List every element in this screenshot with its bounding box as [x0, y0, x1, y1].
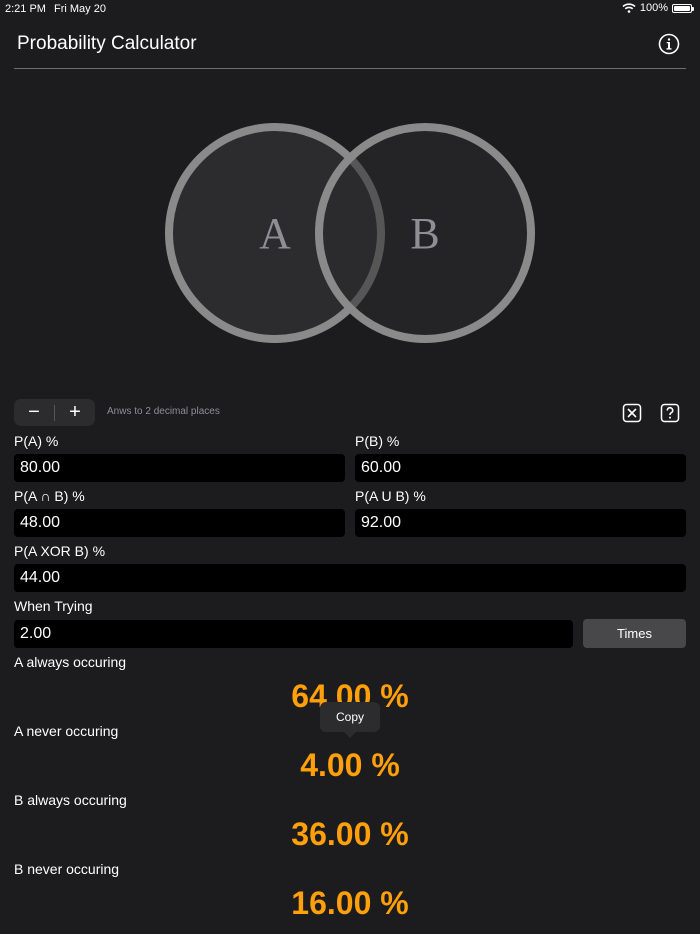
- increase-precision-button[interactable]: +: [55, 399, 95, 426]
- a-never-label: A never occuring: [14, 723, 119, 739]
- pxor-input[interactable]: 44.00: [14, 564, 686, 592]
- b-never-value[interactable]: 16.00 %: [0, 885, 700, 922]
- a-always-label: A always occuring: [14, 654, 127, 670]
- header-divider: [14, 68, 686, 69]
- pa-label: P(A) %: [14, 433, 59, 449]
- clear-icon[interactable]: [622, 403, 642, 423]
- b-always-label: B always occuring: [14, 792, 127, 808]
- venn-diagram: A B: [165, 123, 535, 343]
- decrease-precision-button[interactable]: −: [14, 399, 54, 426]
- status-right: 100%: [622, 2, 694, 14]
- page-title: Probability Calculator: [17, 33, 197, 54]
- wifi-icon: [622, 3, 636, 13]
- battery-fill: [674, 5, 690, 11]
- times-button[interactable]: Times: [583, 619, 686, 648]
- paub-input[interactable]: 92.00: [355, 509, 686, 537]
- a-never-value[interactable]: 4.00 %: [0, 747, 700, 784]
- paub-label: P(A U B) %: [355, 488, 426, 504]
- status-time: 2:21 PM: [5, 3, 46, 15]
- status-date: Fri May 20: [54, 3, 106, 15]
- pb-label: P(B) %: [355, 433, 400, 449]
- pab-input[interactable]: 48.00: [14, 509, 345, 537]
- pxor-label: P(A XOR B) %: [14, 543, 106, 559]
- status-bar: 2:21 PM Fri May 20 100%: [0, 0, 700, 18]
- pb-input[interactable]: 60.00: [355, 454, 686, 482]
- copy-tooltip[interactable]: Copy: [320, 702, 380, 732]
- copy-tooltip-arrow: [344, 732, 356, 738]
- venn-label-b: B: [410, 209, 439, 258]
- precision-label: Anws to 2 decimal places: [107, 406, 220, 417]
- battery-percent: 100%: [639, 2, 668, 14]
- trying-input[interactable]: 2.00: [14, 620, 573, 648]
- pa-input[interactable]: 80.00: [14, 454, 345, 482]
- pab-label: P(A ∩ B) %: [14, 488, 85, 504]
- trying-label: When Trying: [14, 598, 93, 614]
- help-icon[interactable]: [660, 403, 680, 423]
- precision-stepper[interactable]: − +: [14, 399, 95, 426]
- venn-label-a: A: [259, 209, 291, 258]
- battery-icon: [672, 3, 694, 13]
- b-always-value[interactable]: 36.00 %: [0, 816, 700, 853]
- b-never-label: B never occuring: [14, 861, 120, 877]
- info-icon[interactable]: [658, 33, 680, 55]
